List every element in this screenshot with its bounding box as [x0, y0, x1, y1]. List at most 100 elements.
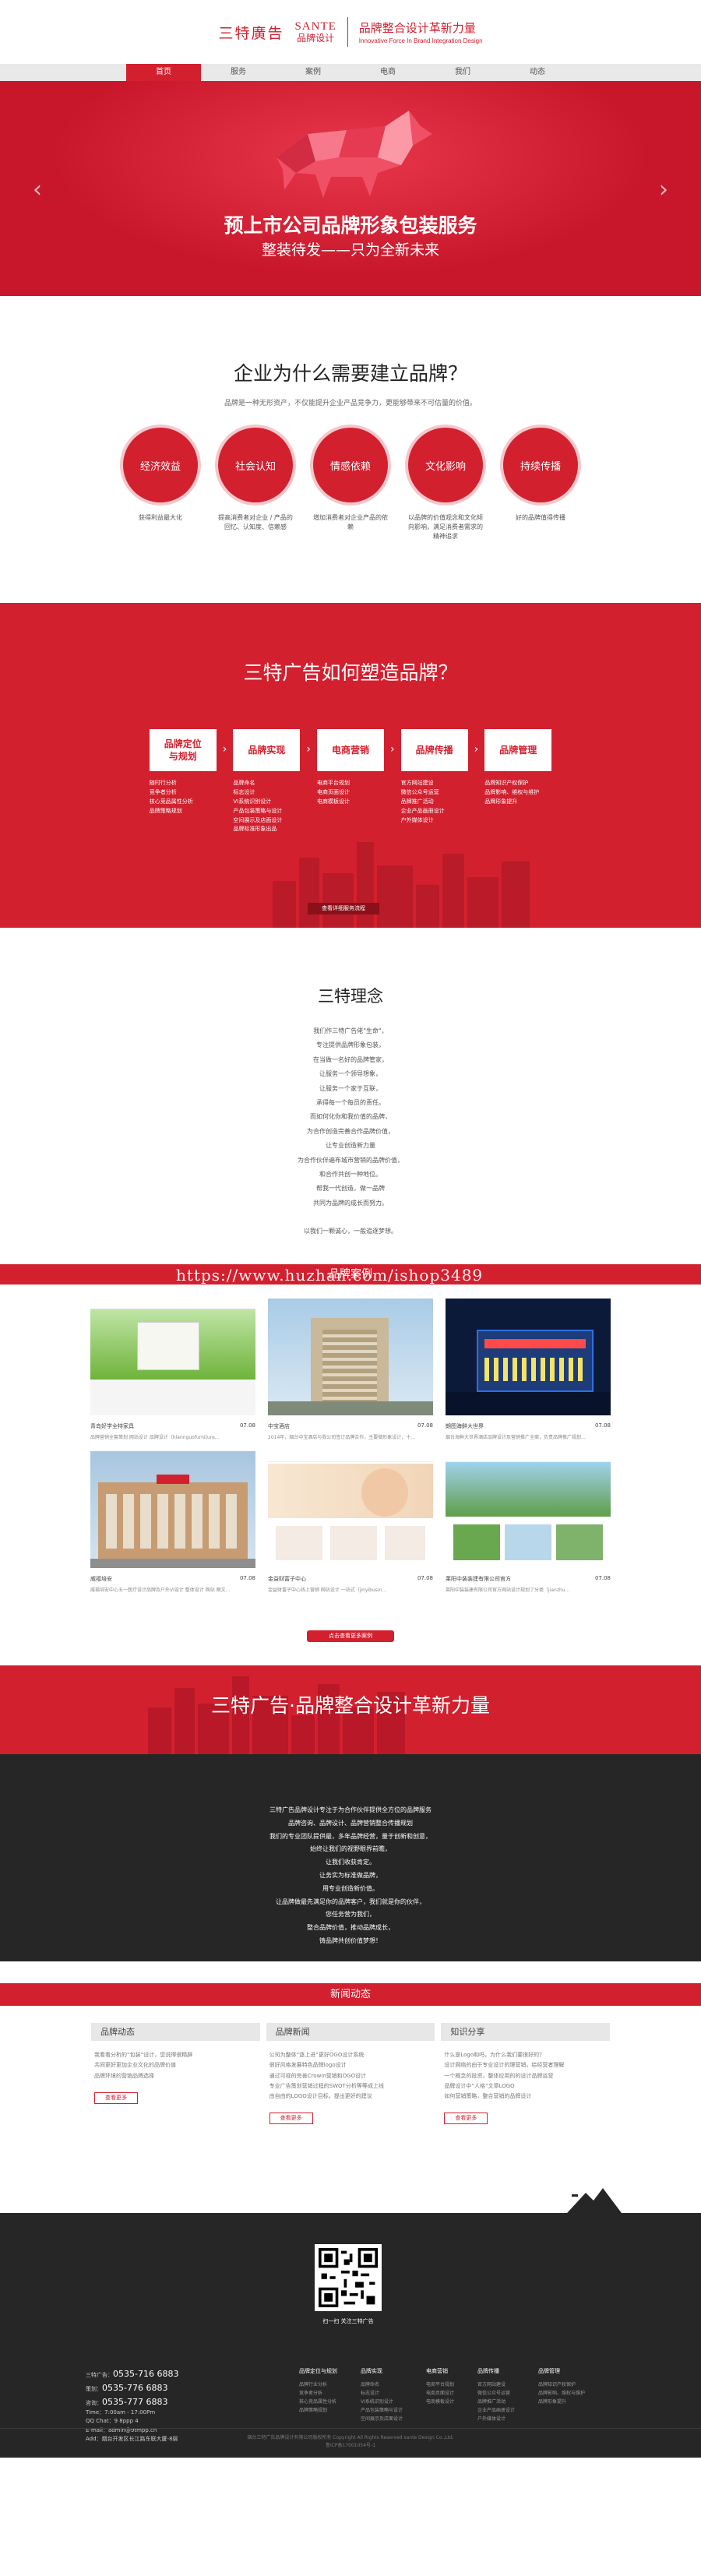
- step-item: 品牌形象提升: [484, 798, 518, 805]
- footer-link[interactable]: 微信公众号运营: [477, 2390, 515, 2398]
- case-card[interactable]: 金益财富子中心 07.08 金益财富子中心线上营销 网站设计 一站式（jinyib…: [268, 1451, 433, 1593]
- case-title[interactable]: 莱阳中装装建有限公司官方: [446, 1575, 511, 1583]
- case-image[interactable]: [268, 1299, 433, 1415]
- why-item: 持续传播 好的品牌值得传播: [502, 428, 579, 541]
- footer-link[interactable]: 户外媒体设计: [477, 2416, 515, 2424]
- news-column: 品牌新闻 公司为整体“逐上进”更好OGO设计系统 很好风格发展特色品牌logo设…: [266, 2023, 435, 2125]
- step-label[interactable]: 电商营销: [317, 729, 384, 771]
- news-list: 什么是Logo和吗，为什么我们要很好的？ 设计网络的由于专业设计的理营销，给经营…: [441, 2050, 610, 2102]
- banner-prev-arrow[interactable]: ‹: [33, 176, 42, 203]
- contact-phone[interactable]: 0535-777 6883: [102, 2397, 167, 2407]
- footer-col-title: 电商营销: [426, 2368, 449, 2375]
- case-image[interactable]: [268, 1451, 433, 1568]
- footer-link[interactable]: 品牌知识产权保护: [538, 2381, 585, 2390]
- footer-link[interactable]: 空间展示及店面设计: [361, 2416, 403, 2424]
- case-card[interactable]: 威福培安 07.08 威福培安中心五一医疗设计品牌及户外VI设计 整体设计 网站 …: [90, 1451, 255, 1593]
- footer-link[interactable]: 品牌影响、维权与维护: [538, 2390, 585, 2398]
- logo-en[interactable]: SANTE 品牌设计: [294, 20, 336, 44]
- force-title: 三特广告·品牌整合设计革新力量: [211, 1694, 490, 1717]
- footer-link[interactable]: 官方网站建设: [477, 2381, 515, 2390]
- footer-link[interactable]: 品牌推广活动: [477, 2398, 515, 2407]
- news-item[interactable]: 通过可视的完善Crowin营销和OGO设计: [269, 2071, 435, 2081]
- case-card[interactable]: 朗图海鲜大世界 07.08 烟台海鲜大世界酒店品牌设计及营销推广全案，负责品牌推广…: [446, 1299, 611, 1440]
- news-item[interactable]: 品牌环境的营销品牌选择: [94, 2071, 260, 2081]
- news-item[interactable]: 公司为整体“逐上进”更好OGO设计系统: [269, 2050, 435, 2060]
- case-title[interactable]: 金益财富子中心: [268, 1575, 306, 1583]
- footer-link[interactable]: 品牌形象提升: [538, 2398, 585, 2407]
- step-item: VI系统识别设计: [233, 798, 272, 805]
- news-more-button[interactable]: 查看更多: [444, 2113, 488, 2125]
- step-item: 品牌知识产权保护: [484, 780, 529, 786]
- footer-link[interactable]: 产品包装策略与设计: [361, 2407, 403, 2416]
- case-title-row: 朗图海鲜大世界 07.08: [446, 1422, 611, 1430]
- news-item[interactable]: 设计网络的由于专业设计的理营销，给经营者理解: [444, 2060, 610, 2070]
- case-title[interactable]: 威福培安: [90, 1575, 112, 1583]
- news-item[interactable]: 共同更好更加企业文化的品牌价值: [94, 2060, 260, 2070]
- contact-phone[interactable]: 0535-776 6883: [102, 2383, 167, 2393]
- nav-cases[interactable]: 案例: [276, 64, 350, 81]
- philosophy-line: 为合作创造完善合作品牌价值，: [307, 1127, 394, 1135]
- news-item[interactable]: 什么是Logo和吗，为什么我们要很好的？: [444, 2050, 610, 2060]
- chevron-right-icon: ›: [306, 743, 311, 756]
- news-item[interactable]: 一个概念的投资，整体应用的的设计品牌运营: [444, 2071, 610, 2081]
- how-step: 电商营销 电商平台规划 电商页面设计 电商模板设计: [317, 729, 384, 807]
- case-date: 07.08: [594, 1575, 611, 1581]
- news-tab-brand-dynamics[interactable]: 品牌动态: [91, 2023, 260, 2041]
- logo-cn[interactable]: 三特廣告: [218, 22, 284, 43]
- contact-phone[interactable]: 0535-716 6883: [113, 2369, 178, 2379]
- footer-link[interactable]: 品牌命名: [361, 2381, 403, 2390]
- slogan-block: 品牌整合设计革新力量 Innovative Force In Brand Int…: [359, 19, 483, 44]
- case-title[interactable]: 朗图海鲜大世界: [446, 1422, 484, 1430]
- case-image[interactable]: [90, 1451, 255, 1568]
- news-item[interactable]: 专业广告策划营销过程的SWOT分析等等成上线: [269, 2081, 435, 2091]
- step-item: 品牌命名: [233, 780, 255, 786]
- step-label[interactable]: 品牌传播: [400, 729, 468, 771]
- news-tab-knowledge[interactable]: 知识分享: [441, 2023, 611, 2041]
- footer-link[interactable]: 竞争者分析: [299, 2390, 337, 2398]
- news-more-button[interactable]: 查看更多: [269, 2113, 313, 2125]
- news-item[interactable]: 如何营销策略，整合营销的品牌设计: [444, 2091, 610, 2102]
- contact-label: 策划：: [86, 2386, 102, 2393]
- case-image[interactable]: [90, 1299, 255, 1415]
- icp-number[interactable]: 鲁ICP备17001054号-1: [0, 2442, 701, 2450]
- nav-service[interactable]: 服务: [201, 64, 276, 81]
- news-item[interactable]: 我看看分析的“包装”设计，您说得很精辟: [94, 2050, 260, 2060]
- case-desc: 2014年，烟台中宝酒店与我公司签订品牌合作，主要做形象设计，十...: [268, 1435, 415, 1440]
- footer-link[interactable]: 品牌行业分析: [299, 2381, 337, 2390]
- case-image[interactable]: [446, 1451, 611, 1568]
- footer-link[interactable]: 电商平台规划: [426, 2381, 454, 2390]
- footer-link[interactable]: 电商模板设计: [426, 2398, 454, 2407]
- case-image[interactable]: [446, 1299, 611, 1415]
- why-desc: 以品牌的价值观念和文化倾向影响，满足消费者需求的精神追求: [408, 514, 483, 540]
- case-card[interactable]: 中宝酒店 07.08 2014年，烟台中宝酒店与我公司签订品牌合作，主要做形象设计…: [268, 1299, 433, 1440]
- step-label[interactable]: 品牌实现: [233, 729, 301, 771]
- nav-about[interactable]: 我们: [425, 64, 500, 81]
- news-item[interactable]: 由自由的LOGO设计目标，提出更好的建议: [269, 2091, 435, 2102]
- nav-news[interactable]: 动态: [500, 64, 575, 81]
- footer-link[interactable]: 标志设计: [361, 2390, 403, 2398]
- case-card[interactable]: 莱阳中装装建有限公司官方 07.08 莱阳中装装建有限公司官方网站设计规划了分类（…: [446, 1451, 611, 1593]
- news-header: 新闻动态: [0, 1983, 701, 2006]
- step-label[interactable]: 品牌定位 与规划: [149, 729, 217, 771]
- footer-link[interactable]: 企业产品画册设计: [477, 2407, 515, 2416]
- more-cases-button[interactable]: 点击查看更多案例: [307, 1630, 394, 1642]
- news-more-button[interactable]: 查看更多: [94, 2091, 138, 2104]
- news-item[interactable]: 很好风格发展特色品牌logo设计: [269, 2060, 435, 2070]
- footer-link[interactable]: 品牌策略规划: [299, 2407, 337, 2416]
- step-label[interactable]: 品牌管理: [484, 729, 552, 771]
- case-card[interactable]: 青岛好学全特家具 07.08 品牌营销全套策划 网站设计 品牌设计（hlanngu…: [90, 1299, 255, 1440]
- news-item[interactable]: 品牌设计中“人格”文章LOGO: [444, 2081, 610, 2091]
- force-text-block: 三特广告品牌设计专注于为合作伙伴提供全方位的品牌服务 品牌咨询、品牌设计、品牌营…: [0, 1754, 701, 1961]
- footer-link[interactable]: VI系统识别设计: [361, 2398, 403, 2407]
- nav-home[interactable]: 首页: [126, 64, 201, 81]
- banner-next-arrow[interactable]: ›: [659, 176, 668, 203]
- case-title[interactable]: 青岛好学全特家具: [90, 1422, 134, 1430]
- nav-ecommerce[interactable]: 电商: [350, 64, 425, 81]
- footer-link[interactable]: 核心竞品属性分析: [299, 2398, 337, 2407]
- contact-info[interactable]: E-mail：admin@9tmpp.cn: [86, 2426, 178, 2435]
- footer-link[interactable]: 电商页面设计: [426, 2390, 454, 2398]
- case-title[interactable]: 中宝酒店: [268, 1422, 290, 1430]
- news-tab-brand-news[interactable]: 品牌新闻: [266, 2023, 435, 2041]
- service-flow-button[interactable]: 查看详细服务流程: [308, 903, 379, 914]
- footer-spacer: [0, 2124, 701, 2214]
